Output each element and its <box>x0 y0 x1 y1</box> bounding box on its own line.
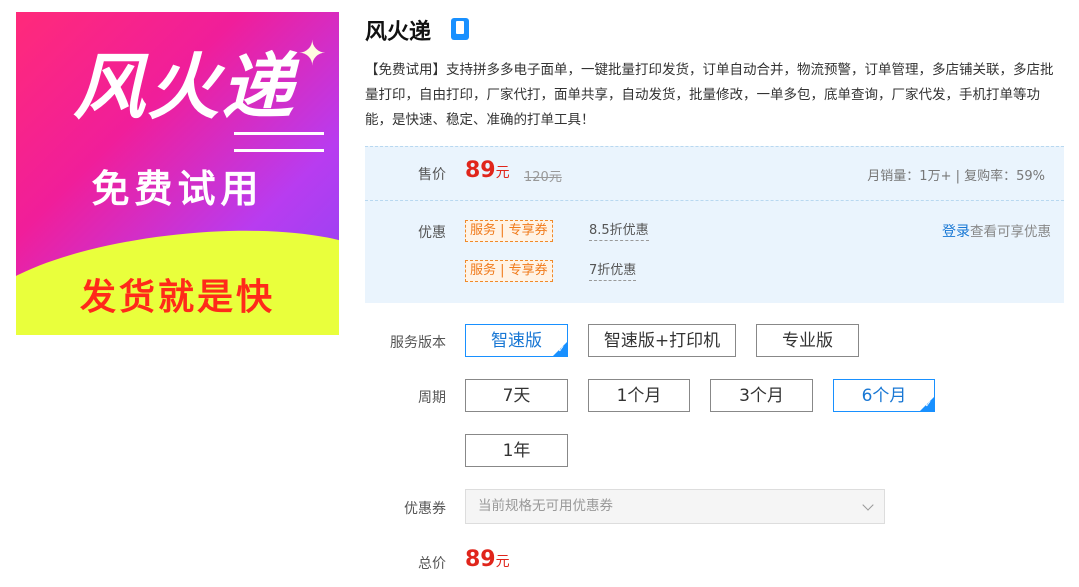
banner-tagline: 发货就是快 <box>79 277 275 318</box>
period-option-6m[interactable]: 6个月 ✓ <box>833 379 935 412</box>
version-option-label: 专业版 <box>782 331 833 351</box>
product-description: 【免费试用】支持拼多多电子面单，一键批量打印发货，订单自动合并，物流预警，订单管… <box>365 62 1054 128</box>
discount-text: 7折优惠 <box>589 262 637 281</box>
banner-logo-underline <box>234 132 324 152</box>
period-option-label: 1个月 <box>616 386 662 406</box>
product-banner-image: 风火递 ✦ 免费试用 发货就是快 <box>16 12 339 335</box>
sale-price-value: 89 <box>465 158 496 183</box>
period-option-1y[interactable]: 1年 <box>465 434 568 467</box>
coupon-select-placeholder: 当前规格无可用优惠券 <box>478 498 613 514</box>
login-hint: 查看可享优惠 <box>970 224 1051 240</box>
period-option-label: 6个月 <box>861 386 907 406</box>
login-prompt: 登录查看可享优惠 <box>942 220 1051 241</box>
banner-logo-text: 风火递 <box>72 44 295 129</box>
version-option-label: 智速版 <box>491 331 542 351</box>
coupon-tag[interactable]: 服务 | 专享券 <box>465 260 553 282</box>
coupon-select-label: 优惠券 <box>404 501 446 517</box>
price-label: 售价 <box>418 167 446 183</box>
sparkle-icon: ✦ <box>298 34 327 74</box>
mobile-icon <box>451 18 469 40</box>
price-panel-border <box>365 146 1064 147</box>
check-icon: ✓ <box>924 400 932 410</box>
period-option-label: 7天 <box>502 386 531 406</box>
period-option-1m[interactable]: 1个月 <box>588 379 690 412</box>
coupon-tag[interactable]: 服务 | 专享券 <box>465 220 553 242</box>
coupon-select[interactable]: 当前规格无可用优惠券 <box>465 489 885 524</box>
total-label: 总价 <box>418 556 446 572</box>
price-divider <box>365 200 1064 201</box>
period-option-3m[interactable]: 3个月 <box>710 379 813 412</box>
check-icon: ✓ <box>557 345 565 355</box>
version-option-pro[interactable]: 专业版 <box>756 324 859 357</box>
total-price-value: 89 <box>465 547 496 572</box>
discount-text: 8.5折优惠 <box>589 222 649 241</box>
total-price-unit: 元 <box>495 554 510 570</box>
version-option-zhisu-printer[interactable]: 智速版+打印机 <box>588 324 736 357</box>
original-price: 120元 <box>524 170 562 185</box>
period-option-label: 3个月 <box>739 386 784 406</box>
discount-label: 优惠 <box>418 225 446 241</box>
sale-price: 89元 <box>465 158 510 183</box>
version-option-label: 智速版+打印机 <box>603 331 721 351</box>
period-label: 周期 <box>418 390 446 406</box>
banner-slogan: 免费试用 <box>91 167 264 211</box>
service-version-label: 服务版本 <box>390 335 446 351</box>
total-price: 89元 <box>465 547 510 572</box>
product-title: 风火递 <box>365 20 432 45</box>
sale-price-unit: 元 <box>495 165 510 181</box>
period-option-label: 1年 <box>502 441 531 461</box>
login-link[interactable]: 登录 <box>942 224 970 240</box>
sales-stats: 月销量：1万+ | 复购率：59% <box>867 169 1045 184</box>
version-option-zhisu[interactable]: 智速版 ✓ <box>465 324 568 357</box>
period-option-7d[interactable]: 7天 <box>465 379 568 412</box>
chevron-down-icon <box>862 499 874 511</box>
